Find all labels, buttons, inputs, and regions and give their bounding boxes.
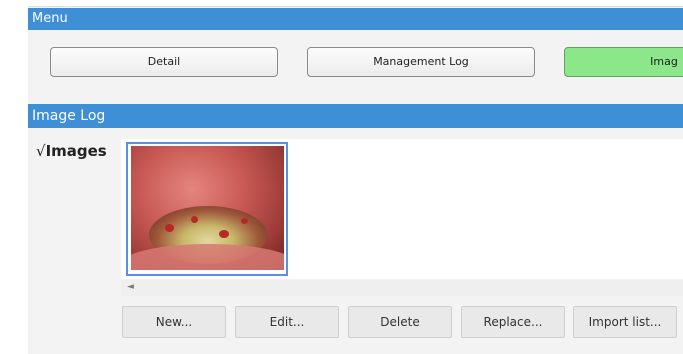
thumbnail-spot — [241, 218, 248, 224]
menu-section-header: Menu — [28, 8, 683, 30]
import-list-button[interactable]: Import list... — [573, 306, 677, 338]
thumbnail-spot — [165, 224, 174, 232]
image-thumbnail[interactable] — [131, 146, 284, 270]
scroll-left-icon[interactable]: ◄ — [127, 282, 134, 292]
horizontal-scrollbar[interactable]: ◄ — [121, 280, 683, 296]
image-log-section-header: Image Log — [28, 104, 683, 128]
replace-button[interactable]: Replace... — [461, 306, 565, 338]
management-log-button[interactable]: Management Log — [307, 47, 535, 77]
new-button[interactable]: New... — [122, 306, 226, 338]
images-category[interactable]: √Images — [36, 142, 107, 160]
delete-button[interactable]: Delete — [348, 306, 452, 338]
images-button[interactable]: Imag — [564, 47, 683, 77]
detail-button[interactable]: Detail — [50, 47, 278, 77]
thumbnail-spot — [191, 216, 198, 223]
edit-button[interactable]: Edit... — [235, 306, 339, 338]
thumbnail-lip-area — [131, 244, 284, 270]
checkmark-icon: √ — [36, 142, 46, 160]
images-category-label: Images — [45, 142, 107, 160]
top-bar — [28, 0, 683, 7]
thumbnail-spot — [219, 230, 229, 238]
